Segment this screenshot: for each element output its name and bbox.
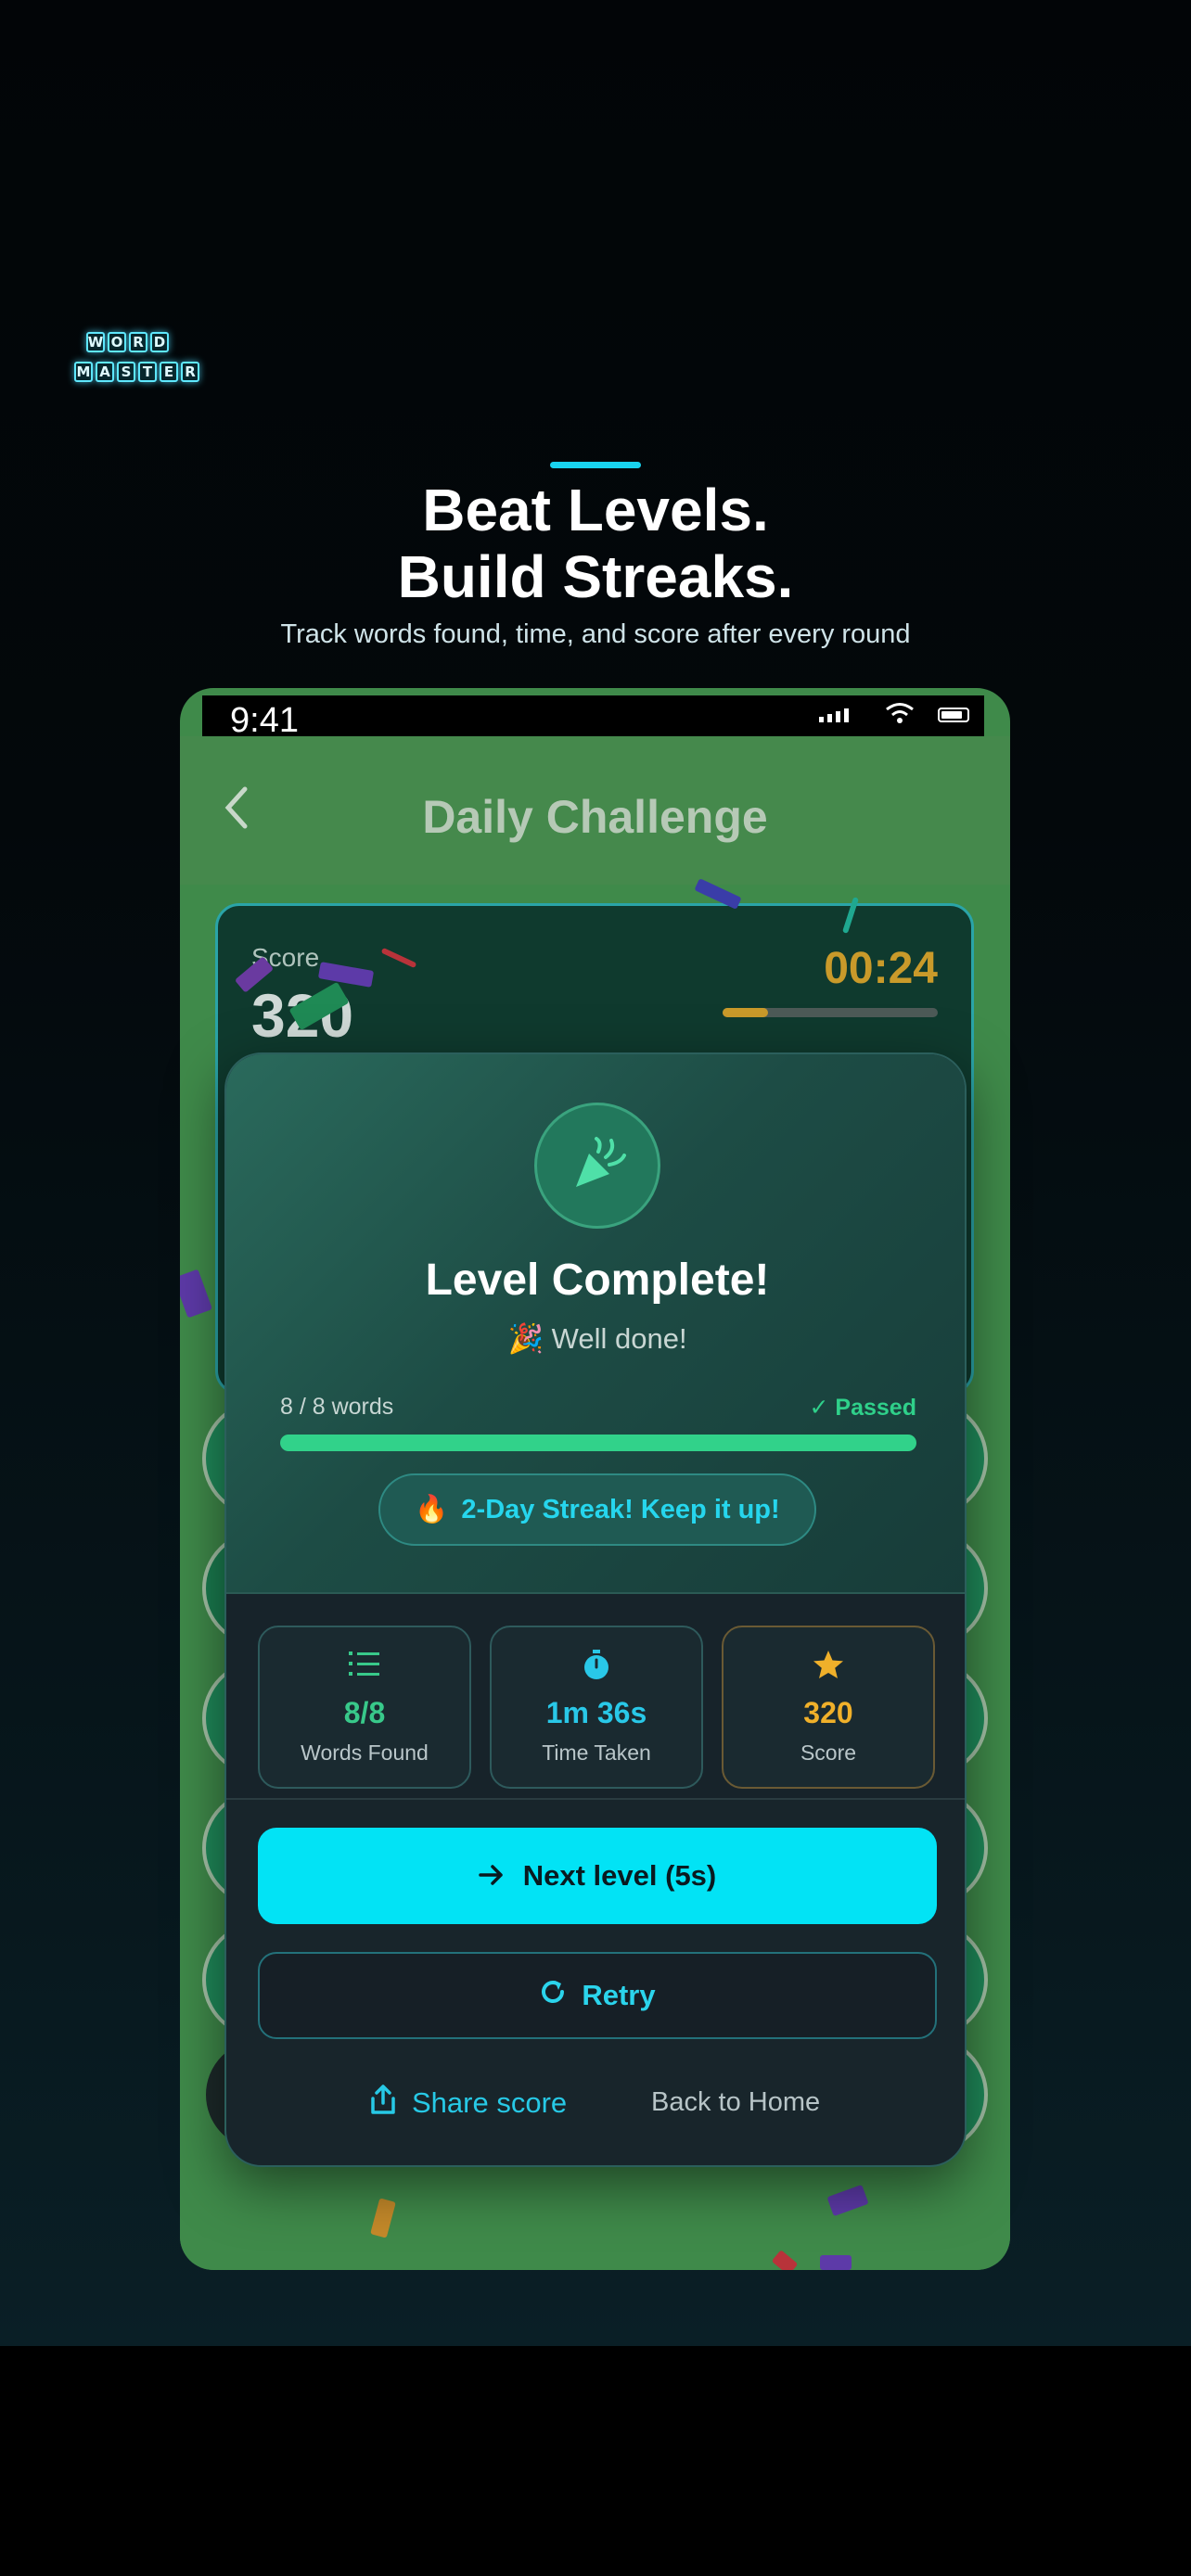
stat-value: 1m 36s xyxy=(545,1696,647,1729)
timer-value: 00:24 xyxy=(824,944,938,993)
logo-letter-tile: E xyxy=(160,362,178,382)
stat-card-score: 320 Score xyxy=(722,1626,935,1789)
back-to-home-link[interactable]: Back to Home xyxy=(651,2087,820,2118)
dialog-subtitle: 🎉 Well done! xyxy=(507,1322,687,1355)
word-master-logo: WORD MASTER xyxy=(74,325,204,399)
timer-progress-bar xyxy=(723,1008,938,1017)
retry-button[interactable]: Retry xyxy=(258,1952,937,2039)
logo-letter-tile: W xyxy=(86,332,105,352)
headline-line-1: Beat Levels. xyxy=(422,477,769,543)
share-score-link[interactable]: Share score xyxy=(369,2084,567,2123)
logo-letter-tile: M xyxy=(74,362,93,382)
next-level-button[interactable]: Next level (5s) xyxy=(258,1828,937,1924)
level-complete-dialog: Level Complete! 🎉 Well done! 8 / 8 words… xyxy=(224,1052,967,2167)
stat-label: Words Found xyxy=(301,1741,429,1765)
words-progress-bar xyxy=(280,1435,916,1451)
next-level-label: Next level (5s) xyxy=(522,1859,717,1892)
stat-label: Score xyxy=(800,1741,857,1765)
retry-label: Retry xyxy=(582,1979,656,2011)
cellular-signal-icon xyxy=(819,708,849,722)
star-icon xyxy=(724,1650,933,1679)
battery-icon xyxy=(938,708,969,722)
stat-card-words-found: 8/8 Words Found xyxy=(258,1626,471,1789)
share-icon xyxy=(369,2084,397,2123)
logo-letter-tile: D xyxy=(150,332,169,352)
logo-letter-tile: S xyxy=(117,362,135,382)
stopwatch-icon xyxy=(492,1650,701,1681)
stat-value: 8/8 xyxy=(343,1696,386,1729)
stat-label: Time Taken xyxy=(542,1741,651,1765)
logo-letter-tile: T xyxy=(138,362,157,382)
passed-status: ✓ Passed xyxy=(809,1395,916,1421)
stat-card-time-taken: 1m 36s Time Taken xyxy=(490,1626,703,1789)
streak-text: 2-Day Streak! Keep it up! xyxy=(461,1494,780,1524)
arrow-right-icon xyxy=(479,1859,505,1893)
dialog-title: Level Complete! xyxy=(425,1256,770,1305)
bottom-black-band xyxy=(0,2346,1191,2576)
status-bar: 9:41 xyxy=(202,695,984,740)
logo-letter-tile: R xyxy=(129,332,147,352)
streak-badge: 🔥 2-Day Streak! Keep it up! xyxy=(378,1473,816,1546)
fire-icon: 🔥 xyxy=(415,1495,449,1524)
stats-row: 8/8 Words Found 1m 36s Time Taken 320 Sc… xyxy=(226,1594,965,1800)
wifi-icon xyxy=(884,701,916,730)
logo-letter-tile: A xyxy=(96,362,114,382)
stat-value: 320 xyxy=(803,1696,853,1729)
screen-title: Daily Challenge xyxy=(422,791,768,843)
headline-line-2: Build Streaks. xyxy=(397,543,794,610)
share-label: Share score xyxy=(412,2086,568,2119)
promo-subtitle: Track words found, time, and score after… xyxy=(280,619,911,649)
party-popper-icon xyxy=(534,1103,660,1229)
dialog-header: Level Complete! 🎉 Well done! 8 / 8 words… xyxy=(226,1054,965,1594)
words-progress-text: 8 / 8 words xyxy=(280,1394,394,1420)
confetti-piece xyxy=(820,2255,852,2270)
status-time: 9:41 xyxy=(230,701,299,740)
list-icon xyxy=(260,1650,469,1677)
logo-letter-tile: O xyxy=(108,332,126,352)
accent-bar xyxy=(550,462,641,468)
logo-letter-tile: R xyxy=(181,362,199,382)
refresh-icon xyxy=(539,1978,567,2013)
promo-background: WORD MASTER Beat Levels. Build Streaks. … xyxy=(0,0,1191,2346)
